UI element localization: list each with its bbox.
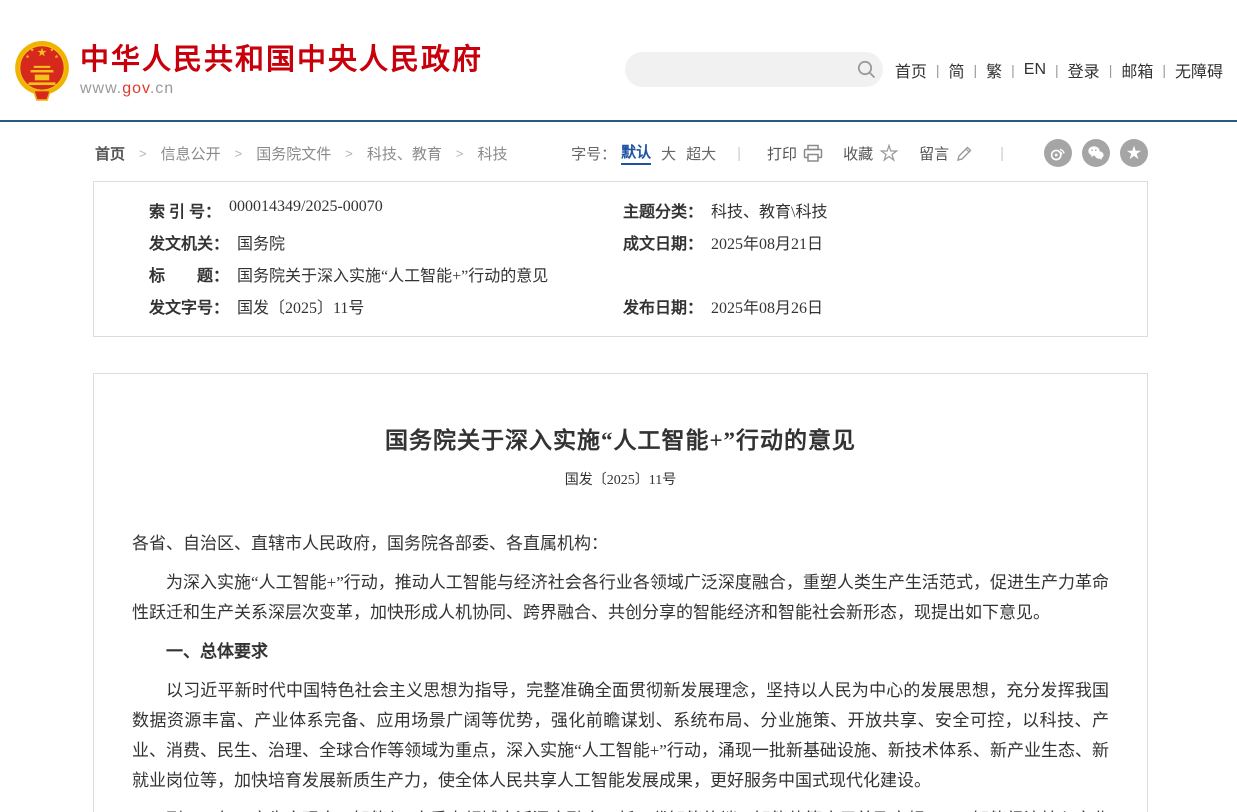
nav-login[interactable]: 登录: [1059, 58, 1109, 82]
meta-value: 2025年08月21日: [711, 230, 823, 254]
weibo-icon: [1049, 144, 1067, 162]
breadcrumb-info-disclosure[interactable]: 信息公开: [161, 143, 221, 164]
favorite-button[interactable]: 收藏: [843, 143, 899, 164]
site-title: 中华人民共和国中央人民政府: [80, 44, 483, 76]
share-wechat-button[interactable]: [1082, 139, 1110, 167]
share-star-icon: [1125, 144, 1143, 162]
site-logo[interactable]: 中华人民共和国中央人民政府 www.gov.cn: [14, 40, 483, 102]
search-button[interactable]: [850, 52, 883, 87]
print-label: 打印: [767, 143, 797, 164]
brand-text: 中华人民共和国中央人民政府 www.gov.cn: [80, 40, 483, 98]
meta-label: 发文机关：: [149, 230, 229, 254]
breadcrumb-separator: >: [235, 146, 243, 161]
breadcrumb: 首页 > 信息公开 > 国务院文件 > 科技、教育 > 科技: [93, 143, 507, 164]
nav-accessibility[interactable]: 无障碍: [1166, 58, 1232, 82]
meta-value: 国发〔2025〕11号: [237, 294, 364, 318]
meta-index-number: 索 引 号： 000014349/2025-00070: [94, 198, 623, 222]
star-outline-icon: [879, 144, 899, 163]
favorite-label: 收藏: [843, 143, 873, 164]
nav-home[interactable]: 首页: [886, 58, 936, 82]
meta-title: 标 题： 国务院关于深入实施“人工智能+”行动的意见: [94, 262, 623, 286]
meta-value: 科技、教育\科技: [711, 198, 827, 222]
font-size-large[interactable]: 大: [661, 143, 676, 164]
salutation-paragraph: 各省、自治区、直辖市人民政府，国务院各部委、各直属机构：: [132, 529, 1109, 559]
page: 中华人民共和国中央人民政府 www.gov.cn 首页| 简| 繁| EN| 登…: [0, 0, 1237, 812]
document-meta-box: 索 引 号： 000014349/2025-00070 主题分类： 科技、教育\…: [93, 181, 1148, 337]
meta-publish-date: 发布日期： 2025年08月26日: [623, 294, 1147, 318]
goals-2027-paragraph: 到2027年，率先实现人工智能与6大重点领域广泛深度融合，新一代智能终端、智能体…: [132, 805, 1109, 812]
document-title: 国务院关于深入实施“人工智能+”行动的意见: [132, 421, 1109, 455]
breadcrumb-separator: >: [456, 146, 464, 161]
meta-label: 索 引 号：: [149, 198, 221, 222]
national-emblem-icon: [14, 40, 70, 102]
pencil-icon: [955, 144, 974, 163]
page-toolbar: 字号： 默认 大 超大 | 打印 收藏 留言: [571, 139, 1148, 167]
wechat-icon: [1087, 144, 1105, 162]
comment-label: 留言: [919, 143, 949, 164]
meta-row: 索 引 号： 000014349/2025-00070 主题分类： 科技、教育\…: [94, 194, 1147, 226]
breadcrumb-sci-tech-education[interactable]: 科技、教育: [367, 143, 442, 164]
breadcrumb-home[interactable]: 首页: [95, 143, 125, 164]
meta-label: 标 题：: [149, 262, 229, 286]
meta-row: 标 题： 国务院关于深入实施“人工智能+”行动的意见: [94, 258, 1147, 290]
top-nav: 首页| 简| 繁| EN| 登录| 邮箱| 无障碍: [886, 58, 1232, 82]
toolbar-separator: |: [1000, 145, 1004, 162]
search-input[interactable]: [625, 52, 850, 87]
site-url: www.gov.cn: [80, 80, 483, 98]
meta-doc-number: 发文字号： 国发〔2025〕11号: [94, 294, 623, 318]
share-weibo-button[interactable]: [1044, 139, 1072, 167]
guiding-ideology-paragraph: 以习近平新时代中国特色社会主义思想为指导，完整准确全面贯彻新发展理念，坚持以人民…: [132, 676, 1109, 796]
breadcrumb-sci-tech[interactable]: 科技: [477, 143, 507, 164]
comment-button[interactable]: 留言: [919, 143, 974, 164]
nav-simplified[interactable]: 简: [939, 58, 973, 82]
toolbar-separator: |: [737, 145, 741, 162]
section1-heading: 一、总体要求: [132, 637, 1109, 667]
site-header: 中华人民共和国中央人民政府 www.gov.cn 首页| 简| 繁| EN| 登…: [0, 0, 1237, 122]
meta-issuing-agency: 发文机关： 国务院: [94, 230, 623, 254]
font-size-xlarge[interactable]: 超大: [686, 143, 716, 164]
share-buttons: [1034, 139, 1148, 167]
meta-row: 发文机关： 国务院 成文日期： 2025年08月21日: [94, 226, 1147, 258]
meta-value: 国务院关于深入实施“人工智能+”行动的意见: [237, 262, 548, 286]
meta-label: 成文日期：: [623, 230, 703, 254]
breadcrumb-separator: >: [139, 146, 147, 161]
meta-value: 2025年08月26日: [711, 294, 823, 318]
share-favorite-button[interactable]: [1120, 139, 1148, 167]
breadcrumb-separator: >: [345, 146, 353, 161]
nav-traditional[interactable]: 繁: [977, 58, 1011, 82]
meta-written-date: 成文日期： 2025年08月21日: [623, 230, 1147, 254]
breadcrumb-state-council-docs[interactable]: 国务院文件: [256, 143, 331, 164]
font-size-default[interactable]: 默认: [621, 141, 651, 165]
breadcrumb-toolbar-row: 首页 > 信息公开 > 国务院文件 > 科技、教育 > 科技 字号： 默认 大 …: [93, 138, 1148, 168]
document-body: 各省、自治区、直辖市人民政府，国务院各部委、各直属机构： 为深入实施“人工智能+…: [132, 529, 1109, 812]
printer-icon: [803, 144, 823, 163]
search-box: [625, 52, 883, 87]
search-icon: [857, 60, 876, 79]
intro-paragraph: 为深入实施“人工智能+”行动，推动人工智能与经济社会各行业各领域广泛深度融合，重…: [132, 568, 1109, 628]
document-content-box: 国务院关于深入实施“人工智能+”行动的意见 国发〔2025〕11号 各省、自治区…: [93, 373, 1148, 812]
meta-value: 000014349/2025-00070: [229, 198, 383, 222]
print-button[interactable]: 打印: [767, 143, 823, 164]
font-size-label: 字号：: [571, 143, 616, 164]
meta-label: 发文字号：: [149, 294, 229, 318]
nav-english[interactable]: EN: [1015, 61, 1055, 79]
meta-value: 国务院: [237, 230, 285, 254]
nav-mail[interactable]: 邮箱: [1112, 58, 1162, 82]
meta-row: 发文字号： 国发〔2025〕11号 发布日期： 2025年08月26日: [94, 290, 1147, 322]
meta-topic-category: 主题分类： 科技、教育\科技: [623, 198, 1147, 222]
meta-label: 发布日期：: [623, 294, 703, 318]
meta-label: 主题分类：: [623, 198, 703, 222]
document-number: 国发〔2025〕11号: [132, 469, 1109, 489]
